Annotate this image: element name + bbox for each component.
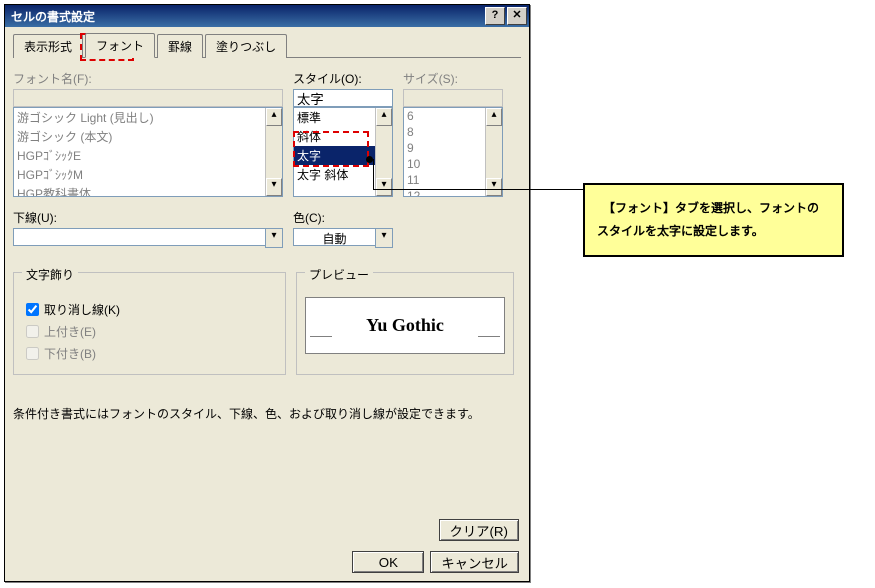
leader-dot-icon [366,156,373,163]
checkbox-input[interactable] [26,303,39,316]
preview-box: Yu Gothic [305,297,505,354]
tab-fill[interactable]: 塗りつぶし [205,34,287,58]
preview-text: Yu Gothic [366,315,444,336]
style-list[interactable]: 標準 斜体 太字 太字 斜体 ▴ ▾ [293,107,393,197]
scroll-up-icon[interactable]: ▴ [376,108,392,126]
scrollbar[interactable]: ▴ ▾ [485,108,502,196]
checkbox-strikethrough[interactable]: 取り消し線(K) [22,300,277,319]
label-color: 色(C): [293,209,393,226]
checkbox-subscript: 下付き(B) [22,344,277,363]
style-input[interactable] [293,89,393,107]
note-text: 条件付き書式にはフォントのスタイル、下線、色、および取り消し線が設定できます。 [13,405,521,422]
checkbox-label: 下付き(B) [44,345,96,362]
scroll-up-icon[interactable]: ▴ [266,108,282,126]
scrollbar[interactable]: ▴ ▾ [265,108,282,196]
checkbox-input [26,325,39,338]
help-button[interactable]: ? [485,7,505,25]
font-name-list[interactable]: 游ゴシック Light (見出し) 游ゴシック (本文) HGPｺﾞｼｯｸE H… [13,107,283,197]
label-size: サイズ(S): [403,70,503,87]
size-list[interactable]: 6 8 9 10 11 12 ▴ ▾ [403,107,503,197]
clear-button[interactable]: クリア(R) [439,519,520,541]
leader-line [373,189,583,190]
checkbox-input [26,347,39,360]
ok-button[interactable]: OK [352,551,424,573]
color-value[interactable]: 自動 [293,228,375,246]
font-name-input [13,89,283,107]
close-button[interactable]: ✕ [507,7,527,25]
titlebar: セルの書式設定 ? ✕ [5,5,529,27]
tab-strip: 表示形式 フォント 罫線 塗りつぶし [13,33,521,58]
label-underline: 下線(U): [13,209,283,226]
dropdown-icon[interactable]: ▾ [265,228,283,248]
checkbox-label: 取り消し線(K) [44,301,120,318]
checkbox-superscript: 上付き(E) [22,322,277,341]
legend-preview: プレビュー [305,266,373,283]
callout-text: 【フォント】タブを選択し、フォントのスタイルを太字に設定します。 [597,201,819,238]
underline-combo[interactable]: ▾ [13,228,283,248]
tab-border[interactable]: 罫線 [157,34,203,58]
instruction-callout: 【フォント】タブを選択し、フォントのスタイルを太字に設定します。 [583,183,844,257]
list-item[interactable]: HGP教科書体 [14,184,282,197]
tab-number-format[interactable]: 表示形式 [13,34,83,58]
checkbox-label: 上付き(E) [44,323,96,340]
tab-font[interactable]: フォント [85,33,155,58]
scroll-up-icon[interactable]: ▴ [486,108,502,126]
dialog-title: セルの書式設定 [11,8,95,25]
list-item[interactable]: HGPｺﾞｼｯｸM [14,165,282,184]
cancel-button[interactable]: キャンセル [430,551,519,573]
legend-decoration: 文字飾り [22,266,78,283]
list-item[interactable]: 游ゴシック Light (見出し) [14,108,282,127]
label-style: スタイル(O): [293,70,393,87]
label-font-name: フォント名(F): [13,70,283,87]
scroll-down-icon[interactable]: ▾ [376,178,392,196]
color-combo[interactable]: 自動 ▾ [293,228,393,248]
leader-line [373,159,374,189]
list-item[interactable]: 游ゴシック (本文) [14,127,282,146]
dropdown-icon[interactable]: ▾ [375,228,393,248]
scroll-down-icon[interactable]: ▾ [266,178,282,196]
list-item[interactable]: HGPｺﾞｼｯｸE [14,146,282,165]
scrollbar[interactable]: ▴ ▾ [375,108,392,196]
size-input [403,89,503,107]
format-cells-dialog: セルの書式設定 ? ✕ 表示形式 フォント 罫線 塗りつぶし フォント名(F):… [4,4,530,582]
underline-value[interactable] [13,228,265,246]
scroll-down-icon[interactable]: ▾ [486,178,502,196]
